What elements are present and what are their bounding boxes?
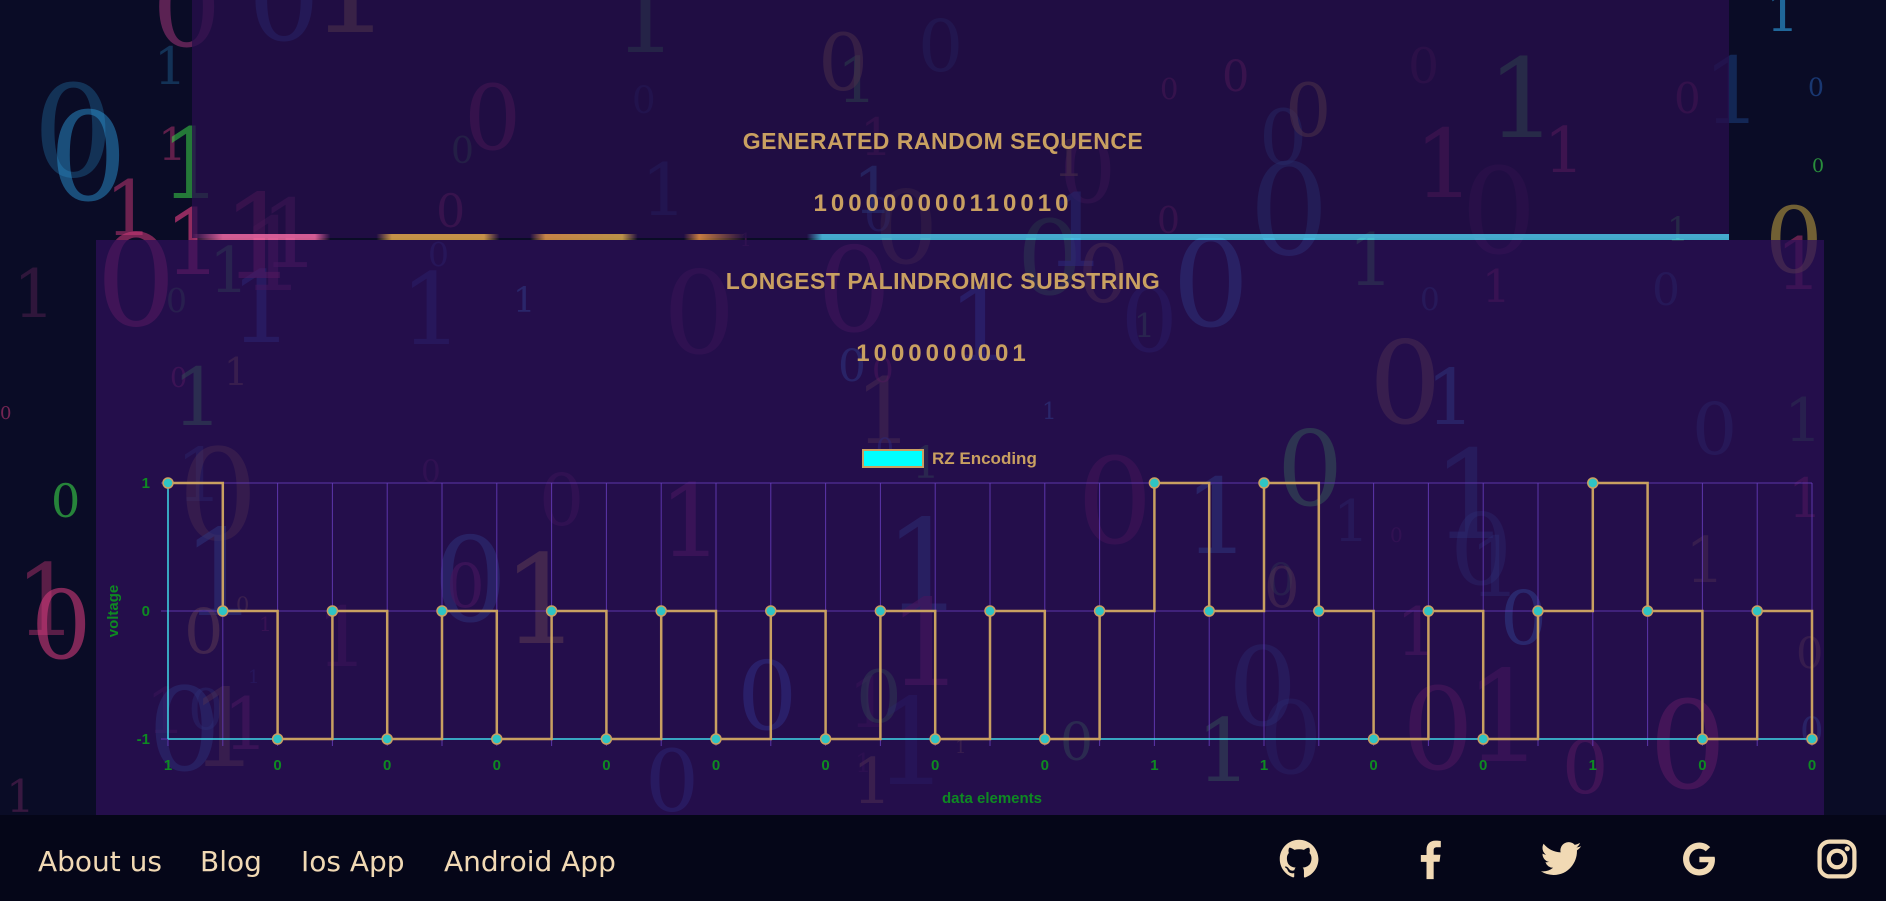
x-tick-label: 1	[1150, 757, 1158, 774]
data-point	[600, 733, 613, 745]
x-tick-label: 0	[493, 757, 501, 774]
generated-sequence-title: GENERATED RANDOM SEQUENCE	[742, 128, 1144, 154]
data-point	[1477, 733, 1489, 745]
panel-glow-divider	[192, 234, 1729, 240]
data-point	[436, 605, 448, 617]
background-digit: 0	[31, 571, 91, 681]
data-point	[1751, 605, 1763, 617]
data-point	[655, 605, 667, 617]
generated-sequence-value: 100000000110010	[813, 190, 1073, 217]
data-point	[929, 733, 941, 745]
y-tick-label: -1	[137, 731, 150, 748]
rz-encoding-chart: 10-11 0 0 0 0 0 0 0 0 1 1 0 0 1 0 0data elementsvoltage…	[105, 449, 1818, 807]
y-tick-label: 1	[142, 475, 150, 492]
palindrome-title: LONGEST PALINDROMIC SUBSTRING	[725, 268, 1161, 294]
data-point	[819, 733, 832, 745]
data-point	[1806, 733, 1818, 745]
x-tick-label: 0	[602, 757, 610, 774]
x-tick-label: 0	[1479, 757, 1487, 774]
data-point	[1587, 477, 1599, 489]
x-tick-label: 0	[383, 757, 391, 774]
x-tick-label: 0	[931, 757, 939, 774]
background-digit: 0	[0, 403, 11, 424]
data-point	[984, 605, 996, 617]
data-point	[381, 733, 393, 745]
data-point	[326, 605, 339, 617]
data-point	[1093, 605, 1106, 617]
data-point	[1532, 605, 1544, 617]
data-point	[1696, 733, 1709, 745]
data-point	[491, 733, 503, 745]
x-tick-label: 1	[1260, 757, 1268, 774]
background-digit: 0	[51, 474, 80, 528]
footer-link-about-us[interactable]: About us	[38, 845, 162, 878]
data-point	[1203, 605, 1215, 617]
x-tick-label: 0	[821, 757, 829, 774]
x-tick-label: 1	[164, 757, 172, 774]
data-point	[1367, 733, 1380, 745]
google-icon[interactable]	[1677, 837, 1721, 881]
data-point	[1641, 605, 1654, 617]
data-point	[710, 733, 722, 745]
y-tick-label: 0	[142, 603, 150, 620]
data-point	[1258, 477, 1270, 489]
x-tick-label: 0	[712, 757, 720, 774]
github-icon[interactable]	[1277, 837, 1321, 881]
data-point	[271, 733, 284, 745]
x-tick-label: 0	[1041, 757, 1049, 774]
legend-label: RZ Encoding	[932, 449, 1037, 468]
background-digit: 1	[1766, 0, 1799, 44]
palindrome-value: 1000000001	[856, 340, 1030, 367]
data-point	[162, 477, 174, 489]
data-point	[545, 605, 558, 617]
x-tick-label: 1	[1589, 757, 1597, 774]
x-axis-title: data elements	[942, 790, 1042, 807]
data-point	[765, 605, 777, 617]
background-digit: 0	[1808, 73, 1824, 102]
x-tick-label: 0	[1698, 757, 1706, 774]
data-point	[217, 605, 229, 617]
x-tick-label: 0	[1808, 757, 1816, 774]
facebook-icon[interactable]	[1408, 837, 1452, 881]
data-point	[1039, 733, 1051, 745]
x-tick-label: 0	[1369, 757, 1377, 774]
x-tick-label: 0	[273, 757, 281, 774]
legend-swatch	[862, 449, 924, 468]
footer: About us Blog Ios App Android App	[0, 815, 1886, 901]
data-point	[1313, 605, 1325, 617]
background-digit: 0	[1812, 155, 1824, 177]
data-point	[1422, 605, 1435, 617]
data-point	[874, 605, 887, 617]
y-axis-title: voltage	[105, 585, 122, 638]
twitter-icon[interactable]	[1539, 837, 1583, 881]
background-digit: 1	[154, 38, 186, 97]
footer-link-android-app[interactable]: Android App	[444, 845, 616, 878]
instagram-icon[interactable]	[1815, 837, 1859, 881]
data-point	[1148, 477, 1161, 489]
footer-link-ios-app[interactable]: Ios App	[301, 845, 405, 878]
footer-link-blog[interactable]: Blog	[200, 845, 262, 878]
